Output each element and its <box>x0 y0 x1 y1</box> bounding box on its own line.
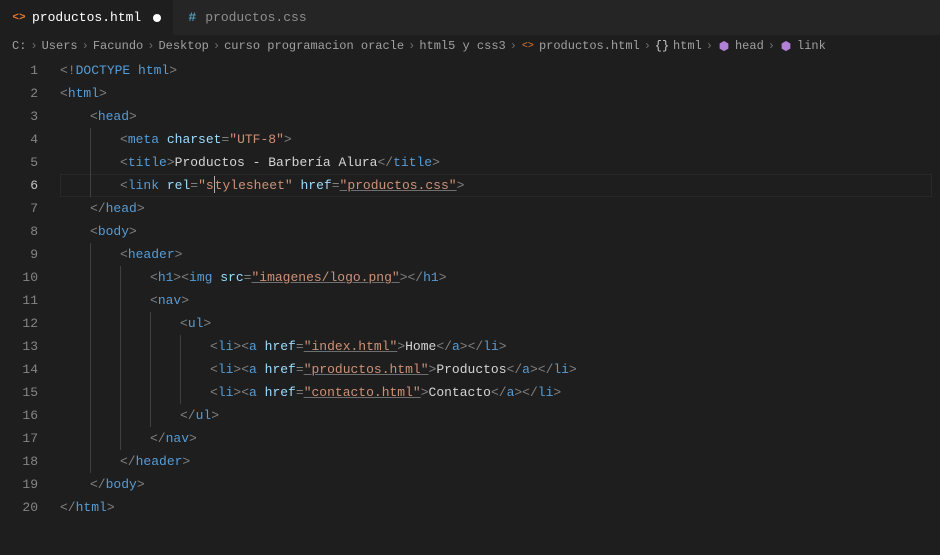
tab-productos-html[interactable]: <> productos.html <box>0 0 173 35</box>
line-number: 14 <box>0 358 60 381</box>
breadcrumb-item[interactable]: curso programacion oracle <box>224 39 404 53</box>
chevron-right-icon: › <box>644 39 651 53</box>
code-line: <body> <box>60 220 940 243</box>
chevron-right-icon: › <box>147 39 154 53</box>
line-number: 5 <box>0 151 60 174</box>
line-number: 6 <box>0 174 60 197</box>
chevron-right-icon: › <box>706 39 713 53</box>
code-line: </ul> <box>60 404 940 427</box>
cube-icon: ⬢ <box>779 39 793 53</box>
line-number: 10 <box>0 266 60 289</box>
code-line: <head> <box>60 105 940 128</box>
line-number: 3 <box>0 105 60 128</box>
code-line: <link rel="stylesheet" href="productos.c… <box>60 174 940 197</box>
chevron-right-icon: › <box>213 39 220 53</box>
braces-icon: {} <box>655 39 669 53</box>
css-file-icon: # <box>185 11 199 25</box>
line-number: 2 <box>0 82 60 105</box>
chevron-right-icon: › <box>82 39 89 53</box>
code-line: <meta charset="UTF-8"> <box>60 128 940 151</box>
line-number: 12 <box>0 312 60 335</box>
code-line: <li><a href="index.html">Home</a></li> <box>60 335 940 358</box>
breadcrumb-item[interactable]: ⬢link <box>779 39 826 53</box>
line-number: 9 <box>0 243 60 266</box>
chevron-right-icon: › <box>408 39 415 53</box>
code-line: </header> <box>60 450 940 473</box>
line-number: 13 <box>0 335 60 358</box>
code-line: <html> <box>60 82 940 105</box>
html-file-icon: <> <box>12 11 26 25</box>
line-number: 15 <box>0 381 60 404</box>
breadcrumb-item[interactable]: <>productos.html <box>521 39 640 53</box>
code-line: <li><a href="productos.html">Productos</… <box>60 358 940 381</box>
code-line: <li><a href="contacto.html">Contacto</a>… <box>60 381 940 404</box>
tab-bar: <> productos.html # productos.css <box>0 0 940 35</box>
line-number: 8 <box>0 220 60 243</box>
breadcrumb-item[interactable]: C: <box>12 39 26 53</box>
line-number: 18 <box>0 450 60 473</box>
line-number: 20 <box>0 496 60 519</box>
code-line: <h1><img src="imagenes/logo.png"></h1> <box>60 266 940 289</box>
breadcrumb-item[interactable]: Users <box>42 39 78 53</box>
breadcrumb-item[interactable]: {}html <box>655 39 702 53</box>
code-line: </head> <box>60 197 940 220</box>
code-area[interactable]: <!DOCTYPE html> <html> <head> <meta char… <box>60 57 940 555</box>
line-number-gutter: 1 2 3 4 5 6 7 8 9 10 11 12 13 14 15 16 1… <box>0 57 60 555</box>
editor: 1 2 3 4 5 6 7 8 9 10 11 12 13 14 15 16 1… <box>0 57 940 555</box>
chevron-right-icon: › <box>768 39 775 53</box>
line-number: 11 <box>0 289 60 312</box>
modified-indicator-icon <box>153 14 161 22</box>
breadcrumb: C: › Users › Facundo › Desktop › curso progr… <box>0 35 940 57</box>
tab-productos-css[interactable]: # productos.css <box>173 0 318 35</box>
tab-label: productos.html <box>32 10 141 25</box>
tab-label: productos.css <box>205 10 306 25</box>
line-number: 4 <box>0 128 60 151</box>
cube-icon: ⬢ <box>717 39 731 53</box>
code-line: </body> <box>60 473 940 496</box>
breadcrumb-item[interactable]: html5 y css3 <box>419 39 505 53</box>
chevron-right-icon: › <box>510 39 517 53</box>
chevron-right-icon: › <box>30 39 37 53</box>
breadcrumb-item[interactable]: ⬢head <box>717 39 764 53</box>
code-line: <nav> <box>60 289 940 312</box>
code-line: <ul> <box>60 312 940 335</box>
line-number: 17 <box>0 427 60 450</box>
breadcrumb-item[interactable]: Facundo <box>93 39 143 53</box>
code-line: <title>Productos - Barbería Alura</title… <box>60 151 940 174</box>
line-number: 1 <box>0 59 60 82</box>
html-file-icon: <> <box>521 39 535 53</box>
breadcrumb-item[interactable]: Desktop <box>158 39 208 53</box>
line-number: 7 <box>0 197 60 220</box>
line-number: 19 <box>0 473 60 496</box>
code-line: <header> <box>60 243 940 266</box>
code-line: <!DOCTYPE html> <box>60 59 940 82</box>
line-number: 16 <box>0 404 60 427</box>
code-line: </nav> <box>60 427 940 450</box>
code-line: </html> <box>60 496 940 519</box>
